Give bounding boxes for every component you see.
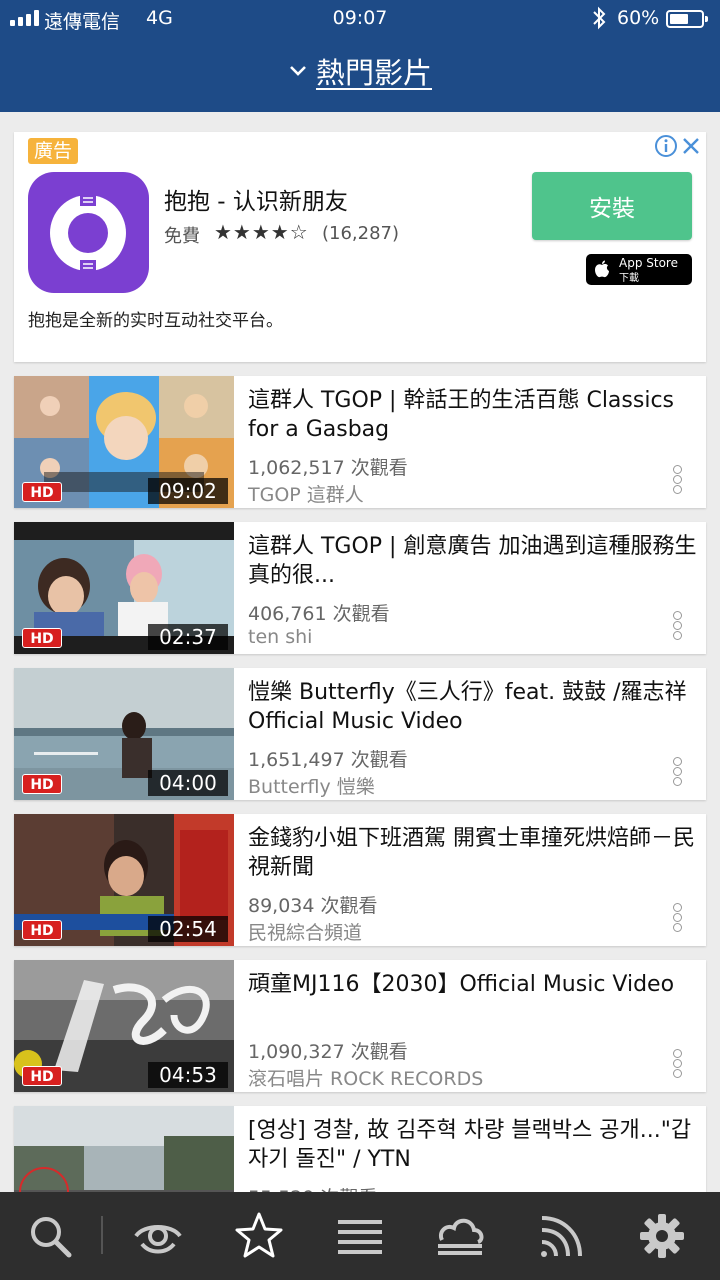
rating-stars: ★★★★☆	[214, 220, 309, 244]
star-icon[interactable]	[233, 1210, 285, 1262]
apple-icon	[595, 260, 609, 278]
video-channel[interactable]: 滾石唱片 ROCK RECORDS	[248, 1064, 483, 1091]
video-item[interactable]: HD 02:54 金錢豹小姐下班酒駕 開賓士車撞死烘焙師－民視新聞 89,034…	[14, 814, 706, 946]
video-title[interactable]: [영상] 경찰, 故 김주혁 차량 블랙박스 공개..."갑자기 돌진" / Y…	[248, 1116, 698, 1174]
video-thumbnail[interactable]: HD 04:00	[14, 668, 234, 800]
video-duration: 09:02	[148, 478, 228, 504]
bottom-nav	[0, 1192, 720, 1280]
video-views: 1,090,327 次觀看	[248, 1041, 408, 1063]
cloud-icon[interactable]	[434, 1210, 486, 1262]
ad-badge: 廣告	[28, 138, 79, 164]
channels-icon[interactable]	[132, 1210, 184, 1262]
video-duration: 02:54	[148, 916, 228, 942]
video-channel[interactable]: TGOP 這群人	[248, 480, 364, 507]
hd-badge: HD	[22, 628, 62, 648]
video-thumbnail[interactable]: HD 02:37	[14, 522, 234, 654]
more-options-icon[interactable]	[670, 610, 684, 644]
video-title[interactable]: 頑童MJ116【2030】Official Music Video	[248, 970, 698, 999]
hd-badge: HD	[22, 920, 62, 940]
hd-badge: HD	[22, 774, 62, 794]
chevron-down-icon	[290, 66, 306, 76]
video-title[interactable]: 這群人 TGOP | 創意廣告 加油遇到這種服務生真的很...	[248, 532, 698, 590]
app-description: 抱抱是全新的实时互动社交平台。	[28, 311, 283, 331]
more-options-icon[interactable]	[670, 902, 684, 936]
video-item[interactable]: HD 09:02 這群人 TGOP | 幹話王的生活百態 Classics fo…	[14, 376, 706, 508]
video-channel[interactable]: 民視綜合頻道	[248, 918, 362, 945]
video-views: 1,651,497 次觀看	[248, 749, 408, 771]
info-icon[interactable]	[654, 134, 678, 158]
install-button[interactable]: 安裝	[532, 172, 692, 240]
video-item[interactable]: HD 04:00 愷樂 Butterfly《三人行》feat. 鼓鼓 /羅志祥 …	[14, 668, 706, 800]
page-title: 熱門影片	[315, 56, 432, 90]
app-store-label: App Store	[619, 256, 678, 270]
video-duration: 04:53	[148, 1062, 228, 1088]
video-item[interactable]: HD 02:37 這群人 TGOP | 創意廣告 加油遇到這種服務生真的很...…	[14, 522, 706, 654]
close-icon[interactable]	[679, 134, 703, 158]
hd-badge: HD	[22, 1066, 62, 1086]
search-icon[interactable]	[24, 1210, 76, 1262]
video-views: 89,034 次觀看	[248, 895, 378, 917]
video-thumbnail[interactable]: HD 02:54	[14, 814, 234, 946]
rating-count: (16,287)	[322, 223, 400, 244]
gear-icon[interactable]	[636, 1210, 688, 1262]
video-duration: 02:37	[148, 624, 228, 650]
video-duration: 04:00	[148, 770, 228, 796]
section-title-dropdown[interactable]: 熱門影片	[0, 50, 720, 92]
more-options-icon[interactable]	[670, 756, 684, 790]
video-title[interactable]: 愷樂 Butterfly《三人行》feat. 鼓鼓 /羅志祥 Official …	[248, 678, 698, 736]
nav-divider	[101, 1216, 103, 1254]
more-options-icon[interactable]	[670, 1048, 684, 1082]
status-bar: 遠傳電信 4G 09:07 60%	[0, 0, 720, 38]
more-options-icon[interactable]	[670, 464, 684, 498]
bluetooth-icon	[593, 6, 606, 30]
rss-icon[interactable]	[536, 1210, 588, 1262]
video-views: 1,062,517 次觀看	[248, 457, 408, 479]
hd-badge: HD	[22, 482, 62, 502]
app-icon[interactable]	[28, 172, 149, 293]
video-channel[interactable]: ten shi	[248, 626, 312, 648]
battery-percent: 60%	[617, 7, 660, 29]
menu-icon[interactable]	[334, 1210, 386, 1262]
video-title[interactable]: 這群人 TGOP | 幹話王的生活百態 Classics for a Gasba…	[248, 386, 698, 444]
app-name[interactable]: 抱抱 - 认识新朋友	[164, 182, 348, 216]
app-store-badge[interactable]: App Store 下載	[586, 254, 692, 285]
app-price: 免費	[164, 226, 200, 247]
video-channel[interactable]: Butterfly 愷樂	[248, 772, 375, 799]
status-time: 09:07	[332, 7, 388, 29]
download-label: 下載	[619, 273, 639, 284]
video-title[interactable]: 金錢豹小姐下班酒駕 開賓士車撞死烘焙師－民視新聞	[248, 824, 698, 882]
video-thumbnail[interactable]: HD 09:02	[14, 376, 234, 508]
battery-icon	[666, 10, 708, 28]
video-views: 406,761 次觀看	[248, 603, 390, 625]
top-bar: 遠傳電信 4G 09:07 60% 熱門影片	[0, 0, 720, 112]
ad-card[interactable]: 廣告 抱抱 - 认识新朋友 免費 ★★★★☆ (16,287) 安裝 App S…	[14, 132, 706, 362]
video-thumbnail[interactable]: HD 04:53	[14, 960, 234, 1092]
video-item[interactable]: HD 04:53 頑童MJ116【2030】Official Music Vid…	[14, 960, 706, 1092]
